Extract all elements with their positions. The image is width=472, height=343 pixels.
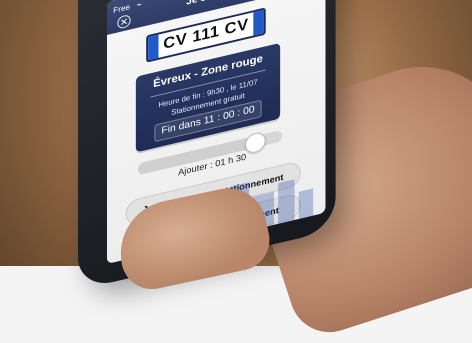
plate-left-band (148, 34, 159, 61)
plate-text: CV 111 CV (163, 16, 249, 53)
plate-right-band (253, 9, 264, 36)
